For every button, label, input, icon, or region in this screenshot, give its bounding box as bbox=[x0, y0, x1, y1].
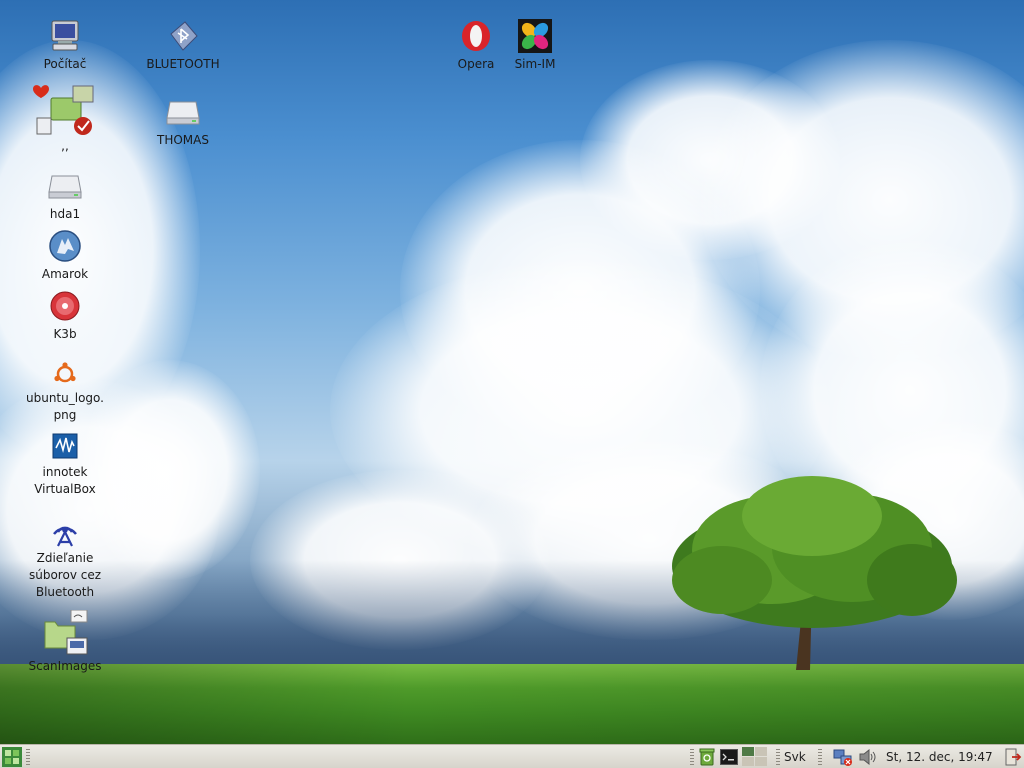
start-menu-icon bbox=[2, 746, 22, 767]
virtualbox-icon bbox=[47, 430, 83, 462]
taskbar-grip[interactable] bbox=[818, 745, 822, 768]
icon-label: K3b bbox=[53, 327, 77, 341]
desktop-icon-amarok[interactable]: Amarok bbox=[17, 228, 113, 283]
bluetooth-file-icon bbox=[165, 18, 201, 54]
taskbar-grip[interactable] bbox=[26, 745, 30, 768]
ubuntu-logo-icon bbox=[47, 360, 83, 388]
keyboard-layout-indicator[interactable]: Svk bbox=[784, 745, 806, 768]
icon-label: Amarok bbox=[41, 267, 89, 281]
icon-label: ScanImages bbox=[28, 659, 102, 673]
desktop-icon-scanimages[interactable]: ScanImages bbox=[17, 610, 113, 675]
sim-im-icon bbox=[517, 18, 553, 54]
folder-bundle-icon bbox=[33, 84, 97, 136]
desktop-icon-sim-im[interactable]: Sim-IM bbox=[487, 18, 583, 73]
amarok-wolf-icon bbox=[47, 228, 83, 264]
network-icon bbox=[833, 749, 852, 766]
pager-icon bbox=[742, 746, 767, 766]
icon-label: THOMAS bbox=[157, 133, 209, 147]
desktop-icon-computer[interactable]: Počítač bbox=[17, 18, 113, 73]
bluetooth-share-icon bbox=[47, 512, 83, 548]
desktop: Počítač BLUETOOTH ,, THOMAS hda1 Amarok … bbox=[0, 0, 1024, 768]
drive-icon bbox=[165, 94, 201, 130]
icon-label: Zdieľanie súborov cez Bluetooth bbox=[28, 551, 102, 599]
icon-label: hda1 bbox=[49, 207, 81, 221]
desktop-icon-bundle[interactable]: ,, bbox=[17, 84, 113, 155]
desktop-icon-bluetooth-file[interactable]: BLUETOOTH bbox=[135, 18, 231, 73]
icon-label: ,, bbox=[61, 139, 69, 153]
desktop-icon-virtualbox[interactable]: innotek VirtualBox bbox=[17, 430, 113, 498]
disc-icon bbox=[47, 288, 83, 324]
desktop-icon-thomas[interactable]: THOMAS bbox=[135, 94, 231, 149]
start-menu-button[interactable] bbox=[0, 745, 24, 768]
recycle-button[interactable] bbox=[697, 745, 717, 768]
terminal-icon bbox=[720, 748, 738, 765]
volume-icon bbox=[859, 748, 876, 765]
network-status-button[interactable] bbox=[832, 745, 854, 768]
volume-button[interactable] bbox=[858, 745, 878, 768]
drive-icon bbox=[47, 168, 83, 204]
icon-label: BLUETOOTH bbox=[146, 57, 220, 71]
desktop-icon-hda1[interactable]: hda1 bbox=[17, 168, 113, 223]
clock[interactable]: St, 12. dec, 19:47 bbox=[886, 745, 993, 768]
folder-scan-icon bbox=[41, 610, 89, 656]
desktop-icon-bt-share[interactable]: Zdieľanie súborov cez Bluetooth bbox=[17, 512, 113, 601]
terminal-button[interactable] bbox=[719, 745, 739, 768]
icon-label: ubuntu_logo. png bbox=[26, 391, 104, 422]
taskbar-grip[interactable] bbox=[776, 745, 780, 768]
tree-image bbox=[672, 476, 957, 670]
computer-icon bbox=[47, 18, 83, 54]
logout-icon bbox=[1005, 748, 1022, 765]
desktop-icon-ubuntu-logo[interactable]: ubuntu_logo. png bbox=[17, 360, 113, 424]
taskbar: Svk St, 12. dec, 19:47 bbox=[0, 744, 1024, 768]
desktop-icon-k3b[interactable]: K3b bbox=[17, 288, 113, 343]
icon-label: Sim-IM bbox=[514, 57, 556, 71]
logout-button[interactable] bbox=[1003, 745, 1023, 768]
icon-label: innotek VirtualBox bbox=[34, 465, 96, 496]
taskbar-grip[interactable] bbox=[690, 745, 694, 768]
recycle-icon bbox=[699, 748, 715, 765]
icon-label: Počítač bbox=[43, 57, 87, 71]
workspace-pager[interactable] bbox=[741, 745, 769, 768]
